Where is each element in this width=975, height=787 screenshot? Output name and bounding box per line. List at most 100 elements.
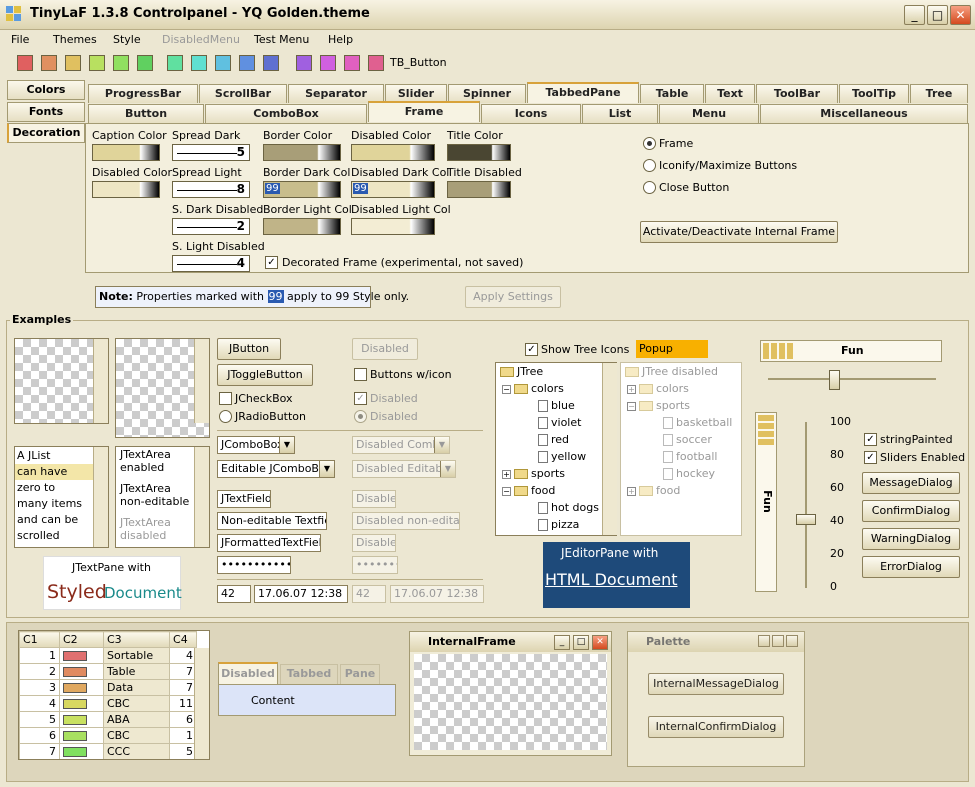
toolbar-color-button[interactable] [17,55,33,71]
table-header[interactable]: C3 [102,631,171,648]
sliders-enabled-checkbox[interactable]: ✓ [864,451,877,464]
spread-dark-spinner[interactable]: 5 [172,144,250,161]
tab-tree[interactable]: Tree [910,84,968,103]
tab-frame[interactable]: Frame [368,101,480,122]
s-light-disabled-spinner[interactable]: 4 [172,255,250,272]
toolbar-color-button[interactable] [191,55,207,71]
jradiobutton[interactable] [219,410,232,423]
jcheckbox[interactable] [219,392,232,405]
caption-color-button[interactable] [92,144,160,161]
buttons-icon-checkbox[interactable] [354,368,367,381]
close-icon[interactable]: ✕ [592,635,608,650]
tab-text[interactable]: Text [705,84,755,103]
toolbar-color-button[interactable] [89,55,105,71]
menu-help[interactable]: Help [328,33,353,46]
table-row[interactable]: 6 CBC 1 [19,727,197,744]
toolbar-color-button[interactable] [137,55,153,71]
jformattedtextfield[interactable]: JFormattedTextField [217,534,321,552]
confirm-dialog-button[interactable]: ConfirmDialog [862,500,960,522]
table-cell[interactable]: Sortable [102,647,171,664]
table-cell[interactable]: 7 [169,679,197,696]
table-color-cell[interactable] [59,727,104,744]
table-cell[interactable]: 4 [19,695,60,712]
error-dialog-button[interactable]: ErrorDialog [862,556,960,578]
table-header[interactable]: C2 [59,631,104,648]
jtextfield[interactable]: JTextField [217,490,271,508]
close-icon[interactable] [786,635,798,647]
radio-frame[interactable] [643,137,656,150]
table-cell[interactable]: 11 [169,695,197,712]
tab-button[interactable]: Button [88,104,204,123]
tab-miscellaneous[interactable]: Miscellaneous [760,104,968,123]
table-cell[interactable]: CBC [102,695,171,712]
tree-scrollbar[interactable] [602,363,617,535]
table-cell[interactable]: ABA [102,711,171,728]
border-light-col-button[interactable] [263,218,341,235]
table-row[interactable]: 4 CBC 11 [19,695,197,712]
warning-dialog-button[interactable]: WarningDialog [862,528,960,550]
stringpainted-checkbox[interactable]: ✓ [864,433,877,446]
table-cell[interactable]: 7 [169,663,197,680]
spread-light-spinner[interactable]: 8 [172,181,250,198]
maximize-icon[interactable]: □ [573,635,589,650]
jlist-scrollbar[interactable] [93,447,108,547]
editable-combobox[interactable]: Editable JComboBox ▼ [217,460,335,478]
table-cell[interactable]: Table [102,663,171,680]
minimize-icon[interactable]: _ [554,635,570,650]
menu-test[interactable]: Test Menu [254,33,309,46]
jeditorpane[interactable]: JEditorPane with HTML Document [543,542,690,608]
table-cell[interactable]: 6 [169,711,197,728]
jtextpane[interactable]: JTextPane with Styled Document [43,556,182,610]
number-spinner[interactable]: 42 [217,585,251,603]
table-cell[interactable]: 4 [169,647,197,664]
editor-link[interactable]: HTML Document [545,570,678,589]
tab-decoration[interactable]: Decoration [7,123,85,143]
toolbar-color-button[interactable] [368,55,384,71]
minimize-button[interactable]: _ [904,5,925,25]
table-header[interactable]: C1 [19,631,60,648]
table-color-cell[interactable] [59,663,104,680]
border-color-button[interactable] [263,144,341,161]
show-tree-icons-checkbox[interactable]: ✓ [525,343,538,356]
table-cell[interactable]: Data [102,679,171,696]
table-cell[interactable]: 2 [19,663,60,680]
slider-vertical-thumb[interactable] [796,514,816,525]
textarea-noneditable[interactable]: JTextArea non-editable [120,482,190,508]
menu-file[interactable]: File [11,33,29,46]
popup-trigger[interactable]: Popup trigger [636,340,708,373]
tree-node-food[interactable]: − food [502,484,555,497]
toolbar-color-button[interactable] [41,55,57,71]
activate-internal-frame-button[interactable]: Activate/Deactivate Internal Frame [640,221,838,243]
toolbar-color-button[interactable] [263,55,279,71]
table-row[interactable]: 1 Sortable 4 [19,647,197,664]
tab-icons[interactable]: Icons [481,104,581,123]
table-cell[interactable]: 7 [19,743,60,759]
internal-confirm-dialog-button[interactable]: InternalConfirmDialog [648,716,784,738]
internal-frame[interactable]: InternalFrame _ □ ✕ [409,631,612,756]
menu-style[interactable]: Style [113,33,141,46]
table-color-cell[interactable] [59,679,104,696]
tree-leaf-violet[interactable]: violet [538,416,581,429]
menu-themes[interactable]: Themes [53,33,97,46]
tab-toolbar[interactable]: ToolBar [756,84,838,103]
table-color-cell[interactable] [59,711,104,728]
tab-colors[interactable]: Colors [7,80,85,100]
tree-node-colors[interactable]: − colors [502,382,564,395]
tree-leaf-pizza[interactable]: pizza [538,518,579,531]
disabled-color2-button[interactable] [351,144,435,161]
slider-horizontal-thumb[interactable] [829,370,840,390]
textarea-scrollbar[interactable] [194,447,209,547]
minimize-icon[interactable] [758,635,770,647]
jtogglebutton[interactable]: JToggleButton [217,364,313,386]
tree-leaf-yellow[interactable]: yellow [538,450,586,463]
disabled-color-button[interactable] [92,181,160,198]
tab-combobox[interactable]: ComboBox [205,104,367,123]
table-row[interactable]: 2 Table 7 [19,663,197,680]
tree-node-root[interactable]: JTree [500,365,543,378]
toolbar-color-button[interactable] [113,55,129,71]
date-spinner[interactable]: 17.06.07 12:38 [254,585,348,603]
table-cell[interactable]: 3 [19,679,60,696]
table-row[interactable]: 5 ABA 6 [19,711,197,728]
tab-fonts[interactable]: Fonts [7,102,85,122]
tab-list[interactable]: List [582,104,658,123]
